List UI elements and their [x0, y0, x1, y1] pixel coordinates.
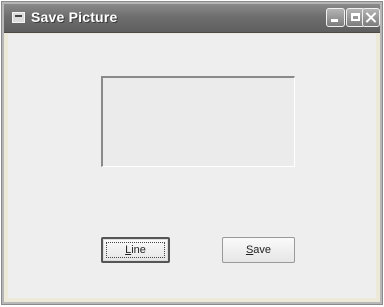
minimize-icon[interactable] — [326, 8, 345, 27]
app-form-icon[interactable] — [12, 12, 25, 23]
window-title: Save Picture — [31, 9, 118, 25]
title-bar[interactable]: Save Picture — [4, 4, 380, 33]
line-button[interactable]: Line — [101, 237, 170, 263]
close-icon[interactable] — [362, 8, 380, 27]
picture-box[interactable] — [101, 76, 295, 167]
focus-rectangle — [106, 242, 165, 258]
save-button-label: Save — [245, 244, 272, 256]
save-button[interactable]: Save — [222, 237, 295, 263]
form-client-area: Line Save — [8, 34, 376, 298]
save-picture-window: Save Picture Line Save — [2, 2, 382, 304]
